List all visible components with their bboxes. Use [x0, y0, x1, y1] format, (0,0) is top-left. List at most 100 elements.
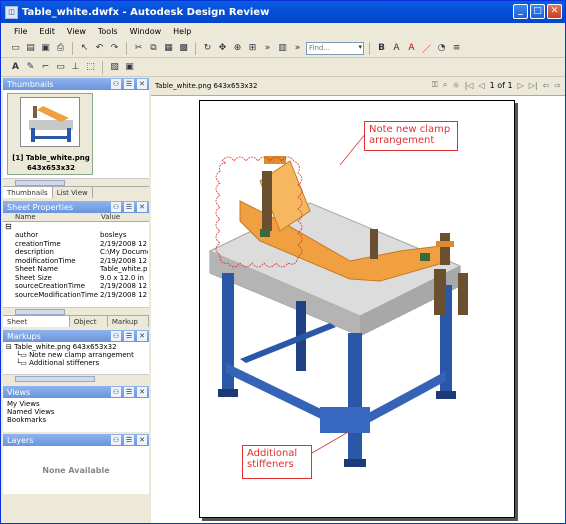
search-icon[interactable]: ⌕ [443, 80, 447, 90]
options-icon[interactable]: ☰ [124, 331, 134, 341]
new-icon[interactable]: ▭ [9, 42, 22, 55]
title-bar[interactable]: ◫ Table_white.dwfx - Autodesk Design Rev… [1, 1, 565, 23]
canvas-navbar: Table_white.png 643x653x32 ⚿ ⌕ ☼ |◁ ◁ 1 … [151, 78, 565, 94]
property-row[interactable]: creationTime 2/19/2008 12 [13, 240, 148, 249]
options-icon[interactable]: ☰ [124, 79, 134, 89]
markup-note-clamp[interactable]: Note new clamp arrangement [364, 121, 458, 151]
fill-color-icon[interactable]: ◔ [435, 42, 448, 55]
horizontal-scrollbar[interactable] [3, 178, 149, 186]
person-icon[interactable]: ⚇ [111, 331, 121, 341]
property-row[interactable]: sourceModificationTime 2/19/2008 12 [13, 291, 148, 300]
overflow-chevron-icon[interactable]: » [261, 42, 274, 55]
close-icon[interactable]: ✕ [137, 202, 147, 212]
next-page-icon[interactable]: ▷ [518, 81, 524, 90]
markup-item[interactable]: └▭ Note new clamp arrangement [6, 351, 146, 359]
font-color-icon[interactable]: A [405, 42, 418, 55]
close-icon[interactable]: ✕ [137, 79, 147, 89]
forward-icon[interactable]: ⇨ [554, 81, 561, 90]
tab-list-view[interactable]: List View [53, 187, 93, 198]
column-name[interactable]: Name [3, 213, 99, 221]
options-icon[interactable]: ☰ [124, 202, 134, 212]
copy-icon[interactable]: ⧉ [147, 42, 160, 55]
close-icon[interactable]: ✕ [137, 331, 147, 341]
menu-edit[interactable]: Edit [34, 27, 60, 36]
horizontal-scrollbar[interactable] [3, 307, 149, 315]
zoom-rectangle-icon[interactable]: ⊞ [246, 42, 259, 55]
line-color-icon[interactable]: ／ [420, 42, 433, 55]
property-value: Table_white.pr [100, 265, 149, 274]
person-icon[interactable]: ⚇ [111, 79, 121, 89]
property-value: 2/19/2008 12 [100, 290, 148, 299]
views-item-named-views[interactable]: Named Views [7, 408, 145, 416]
tab-object-properties[interactable]: Object P [70, 316, 108, 338]
tab-sheet-properties[interactable]: Sheet Properties [3, 316, 70, 338]
print-icon[interactable]: ⎙ [54, 42, 67, 55]
maximize-button[interactable]: □ [530, 4, 545, 19]
property-row[interactable]: modificationTime 2/19/2008 12 [13, 257, 148, 266]
thumbnail-label: [1] Table_white.png [12, 154, 90, 162]
views-item-bookmarks[interactable]: Bookmarks [7, 416, 145, 424]
previous-page-icon[interactable]: ◁ [478, 81, 484, 90]
menu-window[interactable]: Window [125, 27, 167, 36]
pen-icon[interactable]: ✎ [24, 61, 37, 74]
paste-icon[interactable]: ▦ [162, 42, 175, 55]
markup-root[interactable]: ⊟ Table_white.png 643x653x32 [6, 343, 146, 351]
close-icon[interactable]: ✕ [137, 387, 147, 397]
snapshot-icon[interactable]: ▩ [177, 42, 190, 55]
bold-icon[interactable]: B [375, 42, 388, 55]
font-size-icon[interactable]: A [390, 42, 403, 55]
menu-tools[interactable]: Tools [93, 27, 123, 36]
text-tool-icon[interactable]: A [9, 61, 22, 74]
column-value[interactable]: Value [99, 213, 120, 221]
shape-icon[interactable]: ▭ [54, 61, 67, 74]
pan-icon[interactable]: ✥ [216, 42, 229, 55]
horizontal-scrollbar[interactable] [3, 374, 149, 382]
property-row[interactable]: Sheet Name Table_white.pr [13, 265, 148, 274]
lock-icon[interactable]: ⚿ [432, 80, 438, 90]
property-row[interactable]: description C:\My Docume [13, 248, 148, 257]
layout-icon[interactable]: ▥ [276, 42, 289, 55]
close-button[interactable]: ✕ [547, 4, 562, 19]
drawing-canvas[interactable]: Note new clamp arrangement Additional st… [151, 95, 565, 523]
cut-icon[interactable]: ✂ [132, 42, 145, 55]
image-icon[interactable]: ▧ [108, 61, 121, 74]
measure-icon[interactable]: ⬚ [84, 61, 97, 74]
person-icon[interactable]: ⚇ [111, 387, 121, 397]
person-icon[interactable]: ⚇ [111, 202, 121, 212]
stamp-icon[interactable]: ⊥ [69, 61, 82, 74]
select-icon[interactable]: ↖ [78, 42, 91, 55]
callout-icon[interactable]: ⌐ [39, 61, 52, 74]
minimize-button[interactable]: _ [513, 4, 528, 19]
last-page-icon[interactable]: ▷| [529, 81, 538, 90]
lightbulb-icon[interactable]: ☼ [452, 81, 459, 90]
tab-markup-properties[interactable]: Markup F [108, 316, 149, 338]
save-icon[interactable]: ▣ [39, 42, 52, 55]
open-icon[interactable]: ▤ [24, 42, 37, 55]
back-icon[interactable]: ⇦ [543, 81, 550, 90]
menu-help[interactable]: Help [168, 27, 196, 36]
options-icon[interactable]: ☰ [124, 435, 134, 445]
first-page-icon[interactable]: |◁ [465, 81, 474, 90]
find-input[interactable]: Find... [306, 41, 364, 55]
zoom-icon[interactable]: ⊕ [231, 42, 244, 55]
orbit-icon[interactable]: ↻ [201, 42, 214, 55]
views-item-my-views[interactable]: My Views [7, 400, 145, 408]
menu-view[interactable]: View [62, 27, 91, 36]
thumbnail-item[interactable]: [1] Table_white.png 643x653x32 [7, 93, 93, 175]
property-row[interactable]: sourceCreationTime 2/19/2008 12 [13, 282, 148, 291]
options-icon[interactable]: ☰ [124, 387, 134, 397]
tab-thumbnails[interactable]: Thumbnails [3, 187, 53, 198]
close-icon[interactable]: ✕ [137, 435, 147, 445]
undo-icon[interactable]: ↶ [93, 42, 106, 55]
collapse-icon[interactable]: ⊟ [3, 222, 149, 231]
line-style-icon[interactable]: ≡ [450, 42, 463, 55]
property-row[interactable]: author bosleys [13, 231, 148, 240]
property-row[interactable]: Sheet Size 9.0 x 12.0 in [13, 274, 148, 283]
redo-icon[interactable]: ↷ [108, 42, 121, 55]
markup-note-stiffeners[interactable]: Additional stiffeners [242, 445, 312, 479]
menu-file[interactable]: File [9, 27, 32, 36]
markup-item[interactable]: └▭ Additional stiffeners [6, 359, 146, 367]
overflow-chevron-icon[interactable]: » [291, 42, 304, 55]
person-icon[interactable]: ⚇ [111, 435, 121, 445]
screen-icon[interactable]: ▣ [123, 61, 136, 74]
